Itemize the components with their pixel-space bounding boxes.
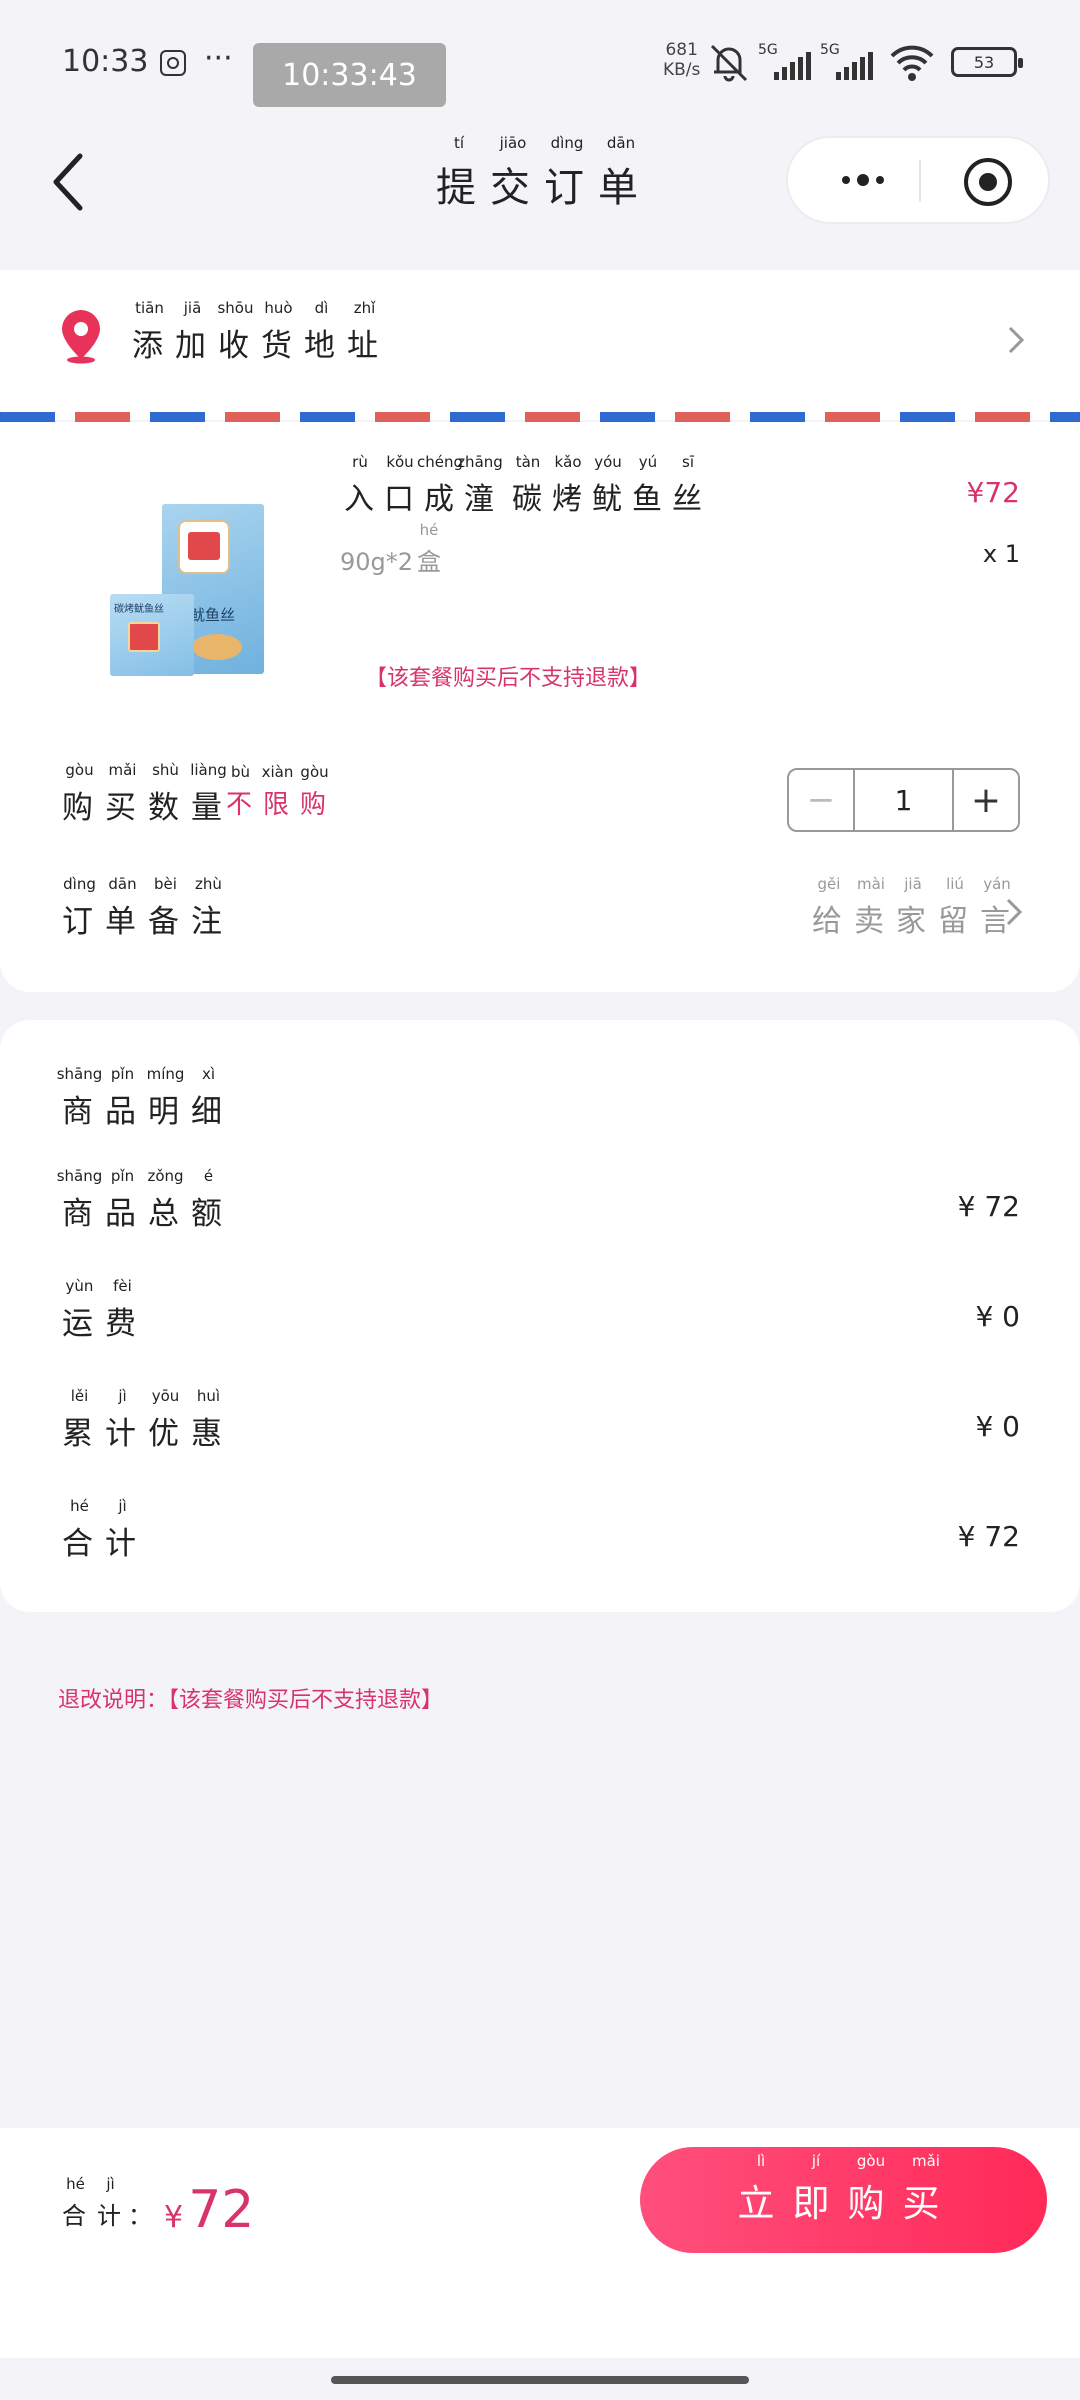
more-menu-button[interactable] xyxy=(818,154,908,206)
location-pin-icon xyxy=(62,310,100,364)
no-refund-notice: 【该套餐购买后不支持退款】 xyxy=(365,666,652,691)
footer-total-label: 合 hé 计 jì： xyxy=(62,2175,155,2230)
amount-value: 72 xyxy=(188,2180,255,2240)
add-address-label: 添 tiān 加 jiā 收 shōu 货 huò 地 dì 址 zhǐ xyxy=(132,299,382,364)
box-label-2: 碳烤鱿鱼丝 xyxy=(114,604,164,615)
status-bar: 10:33 ··· 10:33:43 681 KB/s 5G 5G 53 xyxy=(0,0,1080,130)
product-spec: 90g*2 盒 hé xyxy=(340,521,442,576)
nav-bar: 提 tí 交 jiāo 订 dìng 单 dān xyxy=(0,130,1080,270)
discount-value: ¥ 0 xyxy=(975,1410,1020,1443)
product-price: ¥72 xyxy=(966,476,1020,509)
total-value: ¥ 72 xyxy=(957,1520,1020,1553)
box-label: 鱿鱼丝 xyxy=(190,606,236,624)
shipping-label: 运 yùn 费 fèi xyxy=(62,1277,140,1342)
message-seller-input[interactable]: 给 gěi 卖 mài 家 jiā 留 liú 言 yán xyxy=(808,876,1018,940)
mute-bell-icon xyxy=(710,44,748,82)
net-speed-value: 681 xyxy=(665,40,698,60)
quantity-stepper: − 1 + xyxy=(787,768,1020,832)
currency-symbol: ¥ xyxy=(164,2200,184,2235)
order-note-label: 订 dìng 单 dān 备 bèi 注 zhù xyxy=(62,875,226,940)
discount-label: 累 lěi 计 jì 优 yōu 惠 huì xyxy=(62,1387,226,1452)
unlimited-purchase-label: 不 bù 限 xiàn 购 gòu xyxy=(226,763,330,820)
chevron-right-icon xyxy=(1008,326,1025,354)
price-details-card: 商 shāng 品 pǐn 明 míng 细 xì 商 shāng 品 pǐn 总 zǒng 额 é ¥ 7… xyxy=(0,1020,1080,1612)
miniapp-capsule xyxy=(786,136,1050,224)
wifi-icon xyxy=(890,45,934,81)
brand-seal xyxy=(178,520,230,574)
net-speed: 681 KB/s xyxy=(663,40,700,80)
signal-2-icon xyxy=(836,52,873,80)
close-miniapp-button[interactable] xyxy=(964,158,1012,206)
subtotal-label: 商 shāng 品 pǐn 总 zǒng 额 é xyxy=(56,1167,226,1232)
product-name: 入 rù 口 kǒu 成 chéng 潼 zhāng 碳 tàn 烤 kǎo 鱿 yóu 鱼 yú 丝 sī xyxy=(344,453,704,517)
buy-now-button[interactable]: 立 lì 即 jí 购 gòu 买 mǎi xyxy=(640,2147,1047,2253)
signal-1-icon xyxy=(774,52,811,80)
increase-button[interactable]: + xyxy=(952,770,1018,830)
address-card[interactable]: 添 tiān 加 jiā 收 shōu 货 huò 地 dì 址 zhǐ xyxy=(0,270,1080,420)
home-indicator[interactable] xyxy=(331,2376,749,2384)
battery-icon: 53 xyxy=(951,47,1023,77)
status-time: 10:33 xyxy=(62,44,149,79)
subtotal-value: ¥ 72 xyxy=(957,1190,1020,1223)
chevron-right-icon xyxy=(1006,898,1023,926)
product-box-front: 碳烤鱿鱼丝 xyxy=(110,594,194,676)
quantity-label: 购 gòu 买 mǎi 数 shù 量 liàng xyxy=(62,761,227,826)
more-dots-icon: ··· xyxy=(204,41,233,76)
total-label: 合 hé 计 jì xyxy=(62,1497,140,1562)
instagram-icon xyxy=(160,50,186,76)
footer-total-amount: ¥ 72 xyxy=(164,2180,254,2240)
refund-policy-note: 退改说明：【该套餐购买后不支持退款】 xyxy=(58,1688,444,1713)
product-image: 鱿鱼丝 碳烤鱿鱼丝 xyxy=(108,502,268,682)
details-title: 商 shāng 品 pǐn 明 míng 细 xì xyxy=(56,1065,226,1130)
airmail-border xyxy=(0,412,1080,422)
order-card: 鱿鱼丝 碳烤鱿鱼丝 入 rù 口 kǒu 成 chéng 潼 zhāng 碳 tàn 烤 kǎo 鱿 y… xyxy=(0,422,1080,992)
capsule-divider xyxy=(919,160,921,202)
quantity-input[interactable]: 1 xyxy=(855,770,952,830)
net-speed-unit: KB/s xyxy=(663,60,701,80)
product-quantity: x 1 xyxy=(982,540,1020,568)
decrease-button[interactable]: − xyxy=(789,770,855,830)
floating-clock: 10:33:43 xyxy=(253,43,446,107)
shipping-value: ¥ 0 xyxy=(975,1300,1020,1333)
